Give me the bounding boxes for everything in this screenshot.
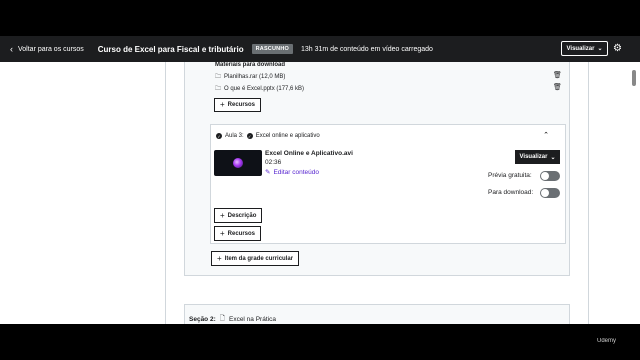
section-label: Seção 2:: [189, 316, 216, 323]
file-item: 🗀 Planilhas.rar (12,0 MB): [215, 72, 285, 82]
lecture-resources-button[interactable]: + Recursos: [214, 226, 262, 241]
plus-icon: +: [217, 253, 222, 263]
downloadable-toggle[interactable]: [540, 188, 560, 198]
divider: [165, 62, 166, 324]
check-circle-icon: ✓: [246, 133, 253, 139]
course-header-bar: ‹ Voltar para os cursos Curso de Excel p…: [0, 36, 640, 62]
left-sidebar-area: [0, 62, 165, 324]
plus-icon: +: [220, 210, 225, 220]
file-name: O que é Excel.pptx (177,6 kB): [224, 86, 305, 92]
section-title: Excel na Prática: [228, 316, 276, 323]
course-title: Curso de Excel para Fiscal e tributário: [97, 44, 244, 54]
file-icon: 🗋: [219, 315, 225, 322]
chevron-down-icon: ⌄: [550, 154, 556, 161]
video-thumbnail: [214, 150, 262, 176]
video-duration: 02:36: [265, 159, 282, 166]
downloadable-materials-heading: Materiais para download: [215, 62, 286, 68]
file-item: 🗀 O que é Excel.pptx (177,6 kB): [215, 84, 304, 94]
edit-content-link[interactable]: ✎ Editar conteúdo: [265, 168, 319, 177]
resources-label: Recursos: [227, 102, 256, 108]
toggle-knob: [541, 189, 549, 197]
check-circle-icon: ✓: [216, 133, 222, 139]
resources-button[interactable]: + Recursos: [214, 98, 262, 112]
chevron-down-icon: ⌄: [597, 46, 603, 52]
lecture-title: Excel online e aplicativo: [255, 133, 320, 139]
folder-icon: 🗀: [215, 86, 222, 92]
back-to-courses-link[interactable]: ‹ Voltar para os cursos: [10, 43, 84, 54]
lecture-header[interactable]: ✓ Aula 3: ✓ Excel online e aplicativo: [211, 125, 565, 147]
trash-icon[interactable]: 🗑: [553, 83, 562, 91]
plus-icon: +: [220, 228, 225, 238]
divider: [588, 62, 589, 324]
trash-icon[interactable]: 🗑: [553, 71, 562, 79]
toggle-knob: [541, 172, 549, 180]
scrollbar-track[interactable]: [630, 62, 640, 324]
uploaded-content-text: 13h 31m de conteúdo em vídeo carregado: [300, 45, 433, 53]
lecture-preview-button[interactable]: Visualizar ⌄: [515, 150, 560, 164]
plus-icon: +: [220, 100, 225, 109]
gear-icon[interactable]: ⚙: [613, 41, 622, 56]
lecture-card: ✓ Aula 3: ✓ Excel online e aplicativo ⌃: [210, 124, 566, 244]
description-button[interactable]: + Descrição: [214, 208, 263, 223]
back-label: Voltar para os cursos: [18, 45, 84, 53]
resources-label: Recursos: [227, 230, 256, 237]
add-curriculum-item-button[interactable]: + Item da grade curricular: [211, 251, 300, 266]
status-badge: RASCUNHO: [251, 44, 293, 54]
preview-dropdown-button[interactable]: Visualizar ⌄: [561, 41, 608, 56]
description-label: Descrição: [227, 212, 257, 219]
scrollbar-thumb[interactable]: [632, 70, 636, 86]
preview-label: Visualizar: [566, 45, 595, 52]
app-logo-icon: [233, 158, 243, 168]
video-filename: Excel Online e Aplicativo.avi: [265, 150, 353, 157]
preview-label: Visualizar: [519, 154, 548, 160]
pencil-icon: ✎: [265, 169, 271, 176]
downloadable-label: Para download:: [488, 189, 534, 196]
chevron-left-icon: ‹: [10, 43, 13, 54]
free-preview-label: Prévia gratuita:: [488, 172, 532, 179]
section-2-header: Seção 2: 🗋 Excel na Prática: [189, 314, 276, 325]
curriculum-item-label: Item da grade curricular: [224, 255, 294, 262]
udemy-watermark: Udemy: [597, 338, 617, 344]
free-preview-toggle[interactable]: [540, 171, 560, 181]
folder-icon: 🗀: [215, 74, 222, 80]
chevron-up-icon[interactable]: ⌃: [543, 131, 549, 139]
lecture-number: Aula 3:: [225, 133, 244, 139]
edit-content-label: Editar conteúdo: [273, 168, 319, 176]
file-name: Planilhas.rar (12,0 MB): [224, 74, 286, 80]
